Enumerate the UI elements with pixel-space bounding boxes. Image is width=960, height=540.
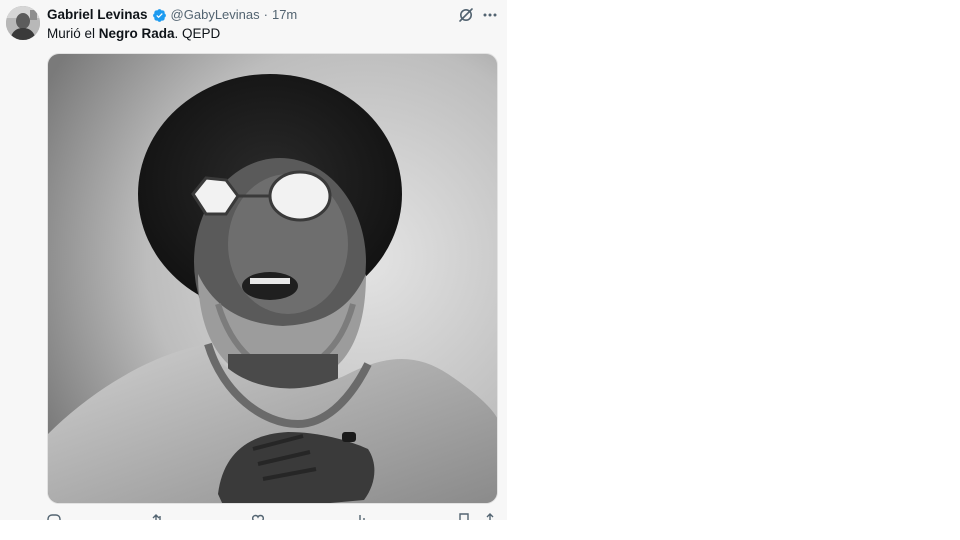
tweet-photo[interactable]: [47, 53, 498, 504]
repost-icon[interactable]: [151, 513, 165, 520]
share-icon[interactable]: [483, 513, 497, 520]
tweet-action-bar: [47, 513, 498, 520]
portrait-photo: [48, 54, 497, 503]
header-separator: ·: [263, 7, 268, 22]
grok-icon[interactable]: [458, 7, 474, 23]
bookmark-icon[interactable]: [457, 513, 471, 520]
tweet-card[interactable]: Gabriel Levinas @GabyLevinas · 17m Murió…: [0, 0, 507, 520]
like-icon[interactable]: [251, 513, 265, 520]
views-icon[interactable]: [353, 513, 367, 520]
author-avatar[interactable]: [6, 6, 40, 40]
tweet-text-after: . QEPD: [174, 26, 221, 41]
author-handle[interactable]: @GabyLevinas: [171, 6, 260, 24]
reply-icon[interactable]: [47, 513, 61, 520]
avatar-image: [6, 6, 40, 40]
author-display-name[interactable]: Gabriel Levinas: [47, 6, 148, 24]
tweet-text-bold[interactable]: Negro Rada: [99, 26, 175, 41]
tweet-text-before: Murió el: [47, 26, 99, 41]
more-options-icon[interactable]: [482, 7, 498, 23]
tweet-text: Murió el Negro Rada. QEPD: [47, 25, 220, 43]
tweet-timestamp[interactable]: 17m: [272, 6, 297, 24]
tweet-header: Gabriel Levinas @GabyLevinas · 17m: [47, 6, 297, 24]
verified-badge-icon: [152, 8, 167, 23]
